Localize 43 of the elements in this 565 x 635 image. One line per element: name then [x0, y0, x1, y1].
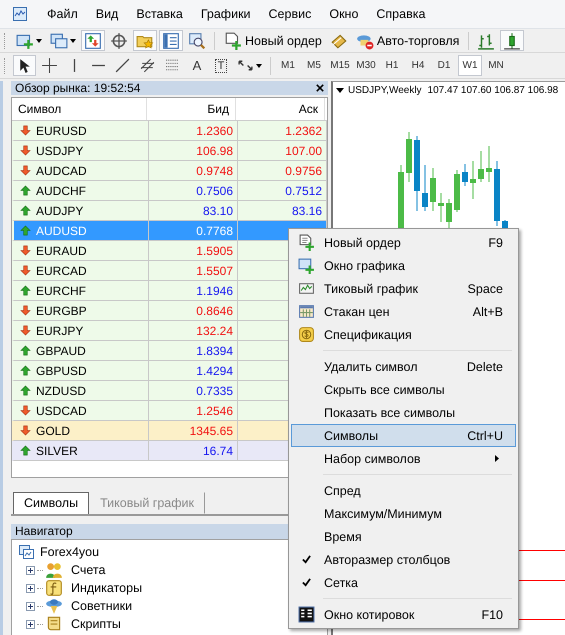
bid-price: 1.5507	[196, 264, 233, 278]
symbol-name: EURCAD	[36, 264, 87, 278]
bid-price: 1.4294	[196, 364, 233, 378]
ask-price: 0.7512	[285, 184, 322, 198]
symbol-name: GBPAUD	[36, 344, 86, 358]
ask-price: 107.00	[285, 144, 322, 158]
panel-title: Навигатор	[15, 524, 73, 538]
bid-price: 1.1946	[196, 284, 233, 298]
symbol-name: EURGBP	[36, 304, 87, 318]
bid-price: 0.9748	[196, 164, 233, 178]
chart-symbol: USDJPY,Weekly	[348, 85, 422, 96]
ask-price: 83.16	[292, 204, 322, 218]
symbol-name: NZDUSD	[36, 384, 86, 398]
symbol-name: USDJPY	[36, 144, 84, 158]
symbol-name: EURUSD	[36, 124, 87, 138]
symbol-name: GOLD	[36, 424, 70, 438]
bid-price: 1.8394	[196, 344, 233, 358]
bid-price: 1.5905	[196, 244, 233, 258]
ask-price: 1.2362	[285, 124, 322, 138]
symbol-name: EURCHF	[36, 284, 86, 298]
bid-price: 0.7506	[196, 184, 233, 198]
bid-price: 132.24	[196, 324, 233, 338]
bid-price: 0.8646	[196, 304, 233, 318]
bid-price: 16.74	[202, 444, 233, 458]
bid-price: 1.2360	[196, 124, 233, 138]
bid-price: 106.98	[196, 144, 233, 158]
symbol-name: GBPUSD	[36, 364, 87, 378]
bid-price: 1345.65	[190, 424, 233, 438]
ask-price: 0.9756	[285, 164, 322, 178]
bid-price: 83.10	[202, 204, 233, 218]
bid-price: 0.7768	[196, 224, 233, 238]
bid-price: 0.7335	[196, 384, 233, 398]
symbol-name: AUDUSD	[36, 224, 87, 238]
symbol-name: AUDCHF	[36, 184, 86, 198]
symbol-name: USDCAD	[36, 404, 87, 418]
symbol-name: AUDCAD	[36, 164, 87, 178]
symbol-name: EURAUD	[36, 244, 87, 258]
symbol-name: EURJPY	[36, 324, 84, 338]
symbol-name: SILVER	[36, 444, 78, 458]
symbol-name: AUDJPY	[36, 204, 84, 218]
panel-title: Обзор рынка: 19:52:54	[15, 81, 140, 96]
chart-prices: 107.47 107.60 106.87 106.98	[428, 85, 558, 96]
bid-price: 1.2546	[196, 404, 233, 418]
